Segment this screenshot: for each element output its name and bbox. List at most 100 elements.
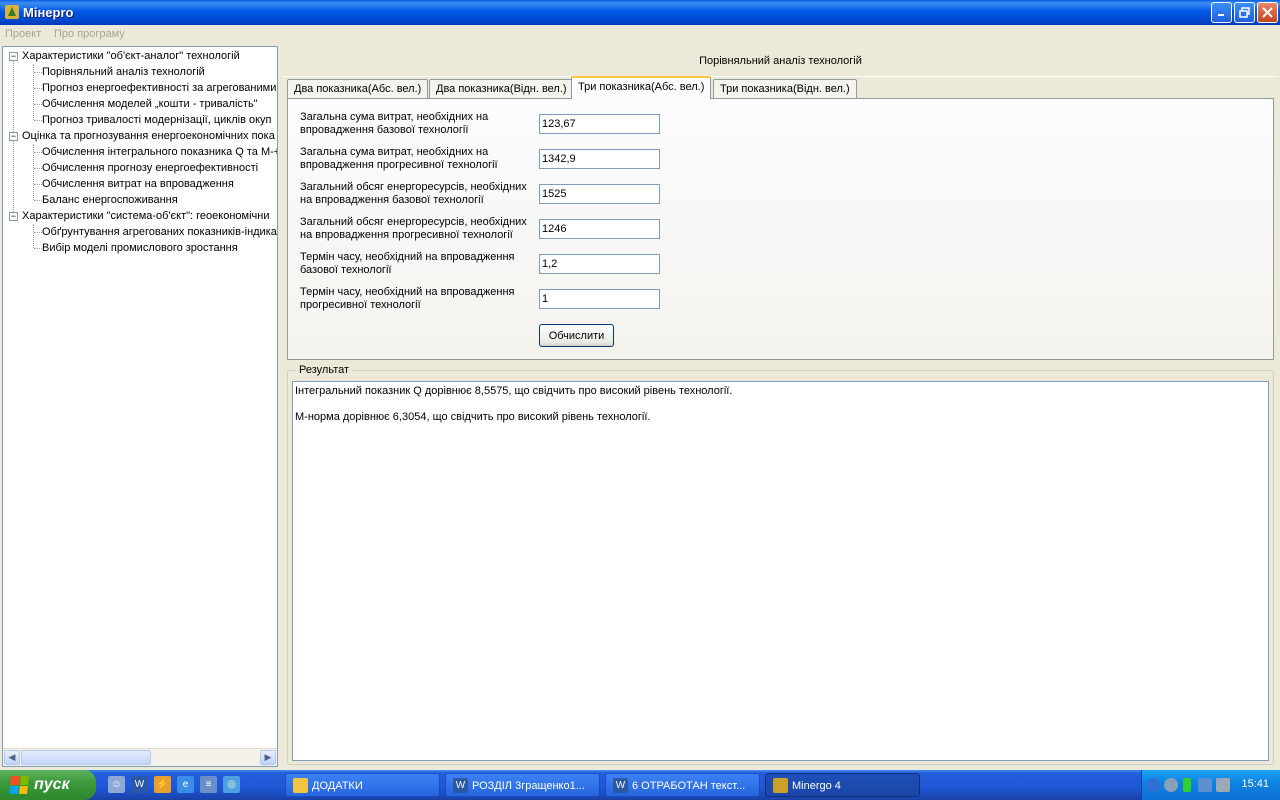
collapse-icon[interactable]: − <box>9 132 18 141</box>
progressive-time-input[interactable] <box>539 289 660 309</box>
globe-icon[interactable]: ◎ <box>223 776 240 793</box>
windows-logo-icon <box>9 776 29 794</box>
page-title: Порівняльний аналіз технологій <box>283 46 1278 77</box>
tab-three-abs[interactable]: Три показника(Абс. вел.) <box>571 76 712 99</box>
word-icon[interactable]: W <box>131 776 148 793</box>
word-icon: W <box>453 778 468 793</box>
result-line-q: Інтегральний показник Q дорівнює 8,5575,… <box>295 385 733 397</box>
content-pane: Порівняльний аналіз технологій Два показ… <box>283 46 1278 767</box>
tree-guide <box>34 232 42 233</box>
tree-guide <box>34 104 42 105</box>
start-button[interactable]: пуск <box>0 770 96 800</box>
menu-about[interactable]: Про програму <box>54 28 125 40</box>
lightning-icon[interactable]: ⚡ <box>154 776 171 793</box>
navigation-tree[interactable]: − Характеристики "об'єкт-аналог" техноло… <box>2 46 278 767</box>
close-button[interactable] <box>1257 2 1278 23</box>
tree-item-comparative-analysis[interactable]: Порівняльний аналіз технологій <box>42 65 205 80</box>
base-cost-input[interactable] <box>539 114 660 134</box>
start-label: пуск <box>34 776 70 793</box>
app-icon <box>5 5 19 19</box>
tree-item-forecast-calc[interactable]: Обчислення прогнозу енергоефективності <box>42 161 258 176</box>
tree-guide <box>34 184 42 185</box>
tree-guide <box>34 88 42 89</box>
title-bar: Мінepro <box>0 0 1280 25</box>
battery-icon[interactable] <box>1183 778 1191 792</box>
result-group: Результат Інтегральний показник Q дорівн… <box>287 364 1274 765</box>
tree-item-indicators[interactable]: Обґрунтування агрегованих показників-інд… <box>42 225 277 240</box>
tree-guide <box>34 72 42 73</box>
tree-item-cost-duration-models[interactable]: Обчислення моделей „кошти - тривалість" <box>42 97 258 112</box>
chevron-right-icon: ▶ <box>264 752 272 762</box>
field-label-progressive-time: Термін часу, необхідний на впровадження … <box>300 286 515 311</box>
tree-item-objects[interactable]: Характеристики "об'єкт-аналог" технологі… <box>22 49 240 64</box>
network-icon[interactable] <box>1198 778 1212 792</box>
word-icon: W <box>613 778 628 793</box>
chevron-left-icon: ◀ <box>8 752 16 762</box>
result-line-m: M-норма дорівнює 6,3054, що свідчить про… <box>295 411 651 423</box>
result-textarea[interactable]: Інтегральний показник Q дорівнює 8,5575,… <box>292 381 1269 761</box>
tree-guide <box>33 224 34 248</box>
document-icon[interactable]: ≡ <box>200 776 217 793</box>
field-label-progressive-cost: Загальна сума витрат, необхідних на впро… <box>300 146 498 171</box>
scroll-left-button[interactable]: ◀ <box>4 750 20 765</box>
tree-item-energy-balance[interactable]: Баланс енергоспоживання <box>42 193 178 208</box>
tab-two-abs[interactable]: Два показника(Абс. вел.) <box>287 79 429 98</box>
horizontal-scrollbar[interactable]: ◀ ▶ <box>3 748 277 766</box>
taskbar-button-otrabotan[interactable]: W 6 ОТРАБОТАН текст... <box>605 773 760 797</box>
close-icon <box>1262 7 1273 18</box>
tree-guide <box>34 152 42 153</box>
app-icon <box>773 778 788 793</box>
base-time-input[interactable] <box>539 254 660 274</box>
taskbar-button-rozdil[interactable]: W РОЗДІЛ 3гращенко1... <box>445 773 600 797</box>
base-energy-input[interactable] <box>539 184 660 204</box>
minimize-icon <box>1218 14 1224 16</box>
progressive-cost-input[interactable] <box>539 149 660 169</box>
restore-icon <box>1239 7 1250 18</box>
menu-project[interactable]: Проект <box>5 28 41 40</box>
taskbar-button-minergo[interactable]: Minergo 4 <box>765 773 920 797</box>
tab-two-rel[interactable]: Два показника(Відн. вел.) <box>429 79 574 98</box>
chevron-left-icon[interactable] <box>1146 778 1160 792</box>
field-label-progressive-energy: Загальний обсяг енергоресурсів, необхідн… <box>300 216 527 241</box>
clock: 15:41 <box>1241 778 1269 790</box>
progressive-energy-input[interactable] <box>539 219 660 239</box>
tree-item-energy-economic[interactable]: Оцінка та прогнозування енергоекономічни… <box>22 129 275 144</box>
tree-guide <box>34 200 42 201</box>
field-label-base-time: Термін часу, необхідний на впровадження … <box>300 251 515 276</box>
taskbar-button-label: РОЗДІЛ 3гращенко1... <box>472 780 585 792</box>
tree-item-modernization-duration[interactable]: Прогноз тривалості модернізації, циклів … <box>42 113 272 128</box>
taskbar: пуск ☺ W ⚡ e ≡ ◎ ДОДАТКИ W РОЗДІЛ 3граще… <box>0 770 1280 800</box>
system-tray: 15:41 <box>1141 770 1280 800</box>
users-icon[interactable]: ☺ <box>108 776 125 793</box>
field-label-base-cost: Загальна сума витрат, необхідних на впро… <box>300 111 489 136</box>
menu-bar: Проект Про програму <box>0 25 1280 44</box>
collapse-icon[interactable]: − <box>9 52 18 61</box>
folder-icon <box>293 778 308 793</box>
tab-panel: Загальна сума витрат, необхідних на впро… <box>287 98 1274 360</box>
restore-button[interactable] <box>1234 2 1255 23</box>
result-legend: Результат <box>296 364 353 376</box>
tab-three-rel[interactable]: Три показника(Відн. вел.) <box>713 79 857 98</box>
taskbar-button-label: 6 ОТРАБОТАН текст... <box>632 780 746 792</box>
tree-guide <box>34 120 42 121</box>
tree-item-costs[interactable]: Обчислення витрат на впровадження <box>42 177 234 192</box>
window-title: Мінepro <box>23 5 74 20</box>
taskbar-button-dodatky[interactable]: ДОДАТКИ <box>285 773 440 797</box>
taskbar-button-label: Minergo 4 <box>792 780 841 792</box>
tree-guide <box>34 168 42 169</box>
field-label-base-energy: Загальний обсяг енергоресурсів, необхідн… <box>300 181 527 206</box>
tree-guide <box>34 248 42 249</box>
scroll-thumb[interactable] <box>21 750 151 765</box>
monitor-icon[interactable] <box>1216 778 1230 792</box>
tree-item-integral-q[interactable]: Обчислення інтегрального показника Q та … <box>42 145 277 160</box>
scroll-right-button[interactable]: ▶ <box>260 750 276 765</box>
internet-explorer-icon[interactable]: e <box>177 776 194 793</box>
tree-item-system-object[interactable]: Характеристики "система-об'єкт": геоекон… <box>22 209 270 224</box>
minimize-button[interactable] <box>1211 2 1232 23</box>
collapse-icon[interactable]: − <box>9 212 18 221</box>
calculate-button[interactable]: Обчислити <box>539 324 614 347</box>
tree-item-growth-model[interactable]: Вибір моделі промислового зростання <box>42 241 238 256</box>
tree-item-efficiency-forecast[interactable]: Прогноз енергоефективності за агреговани… <box>42 81 276 96</box>
speaker-icon[interactable] <box>1164 778 1178 792</box>
taskbar-button-label: ДОДАТКИ <box>312 780 363 792</box>
